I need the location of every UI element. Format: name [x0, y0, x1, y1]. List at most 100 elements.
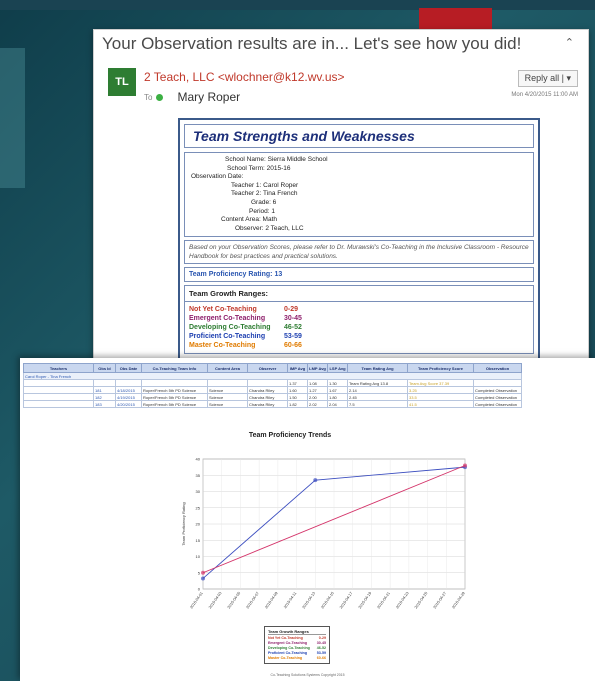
table-cell: Roper/French 5th PD Science	[141, 393, 208, 401]
x-tick-label: 2015-04-29	[451, 591, 465, 609]
recipient-row: To Mary Roper	[144, 90, 240, 104]
column-header[interactable]: Co-Teaching Team Info	[141, 363, 208, 373]
growth-range-row: Developing Co-Teaching 46-52	[189, 323, 529, 332]
table-cell[interactable]: 4/18/2015	[115, 386, 142, 394]
y-tick-label: 25	[196, 505, 201, 510]
range-label: Developing Co-Teaching	[189, 324, 271, 332]
x-tick-label: 2015-04-13	[302, 591, 316, 609]
range-value: 60-66	[284, 342, 302, 350]
table-cell: 1.60	[287, 386, 308, 394]
column-header[interactable]: Obs Id	[93, 363, 116, 373]
group-row: Carol Roper - Tina French	[23, 372, 522, 380]
table-cell	[207, 379, 248, 387]
recipient-name[interactable]: Mary Roper	[177, 90, 240, 104]
table-cell[interactable]	[93, 379, 116, 387]
table-cell: 2.45	[347, 393, 408, 401]
y-tick-label: 35	[196, 473, 201, 478]
column-header[interactable]: Team Proficiency Score	[407, 363, 474, 373]
info-line: School Term: 2015-16	[227, 164, 291, 172]
column-header[interactable]: Teachers	[23, 363, 94, 373]
table-cell: Chandra Riley	[247, 393, 288, 401]
proficiency-report-panel: Teachers Obs Id Obs Date Co-Teaching Team I…	[20, 358, 595, 681]
table-cell[interactable]: 4/20/2015	[115, 400, 142, 408]
table-cell	[141, 379, 208, 387]
column-header[interactable]: Observer	[247, 363, 288, 373]
y-tick-label: 0	[198, 587, 201, 592]
y-tick-label: 20	[196, 522, 201, 527]
range-value: 0-29	[284, 306, 299, 314]
column-header[interactable]: Content Area	[207, 363, 248, 373]
info-line: Content Area: Math	[221, 216, 278, 224]
observation-info: School Name: Sierra Middle School School …	[184, 152, 534, 238]
range-value: 46-52	[284, 324, 302, 332]
x-tick-label: 2015-04-01	[189, 591, 203, 609]
table-cell	[23, 393, 94, 401]
x-tick-label: 2015-04-19	[358, 591, 372, 609]
table-row: 183 4/20/2015 Roper/French 5th PD Science S…	[23, 400, 522, 408]
table-cell[interactable]: 181	[93, 386, 116, 394]
x-tick-label: 2015-04-21	[377, 591, 391, 609]
x-tick-label: 2015-04-07	[246, 591, 260, 609]
table-cell: Team Rating Avg 13.8	[347, 379, 408, 387]
table-cell: Science	[207, 400, 248, 408]
observations-table: Teachers Obs Id Obs Date Co-Teaching Team I…	[23, 363, 522, 408]
column-header[interactable]: LSP Avg	[327, 363, 348, 373]
y-tick-label: 5	[198, 570, 201, 575]
group-label[interactable]: Carol Roper - Tina French	[23, 372, 522, 380]
to-label: To	[144, 92, 153, 102]
copyright-text: Co-Teaching Solutions Systems Copyright …	[270, 673, 345, 677]
info-line: Grade: 6	[251, 198, 277, 206]
column-header[interactable]: Obs Date	[115, 363, 142, 373]
table-cell: 2.04	[327, 400, 348, 408]
table-cell: Completed Observation	[473, 386, 522, 394]
x-tick-label: 2015-04-15	[320, 591, 334, 609]
email-message-window: Your Observation results are in... Let's…	[93, 29, 589, 367]
table-cell: 2.02	[307, 400, 328, 408]
growth-range-row: Master Co-Teaching 60-66	[189, 341, 529, 350]
x-tick-label: 2015-04-03	[208, 591, 222, 609]
table-cell: 1.08	[307, 379, 328, 387]
info-line: Teacher 1: Carol Roper	[231, 181, 299, 189]
x-tick-label: 2015-04-27	[433, 591, 447, 609]
table-cell: Chandra Riley	[247, 386, 288, 394]
column-header[interactable]: Observation	[473, 363, 522, 373]
summary-row: 1.37 1.08 1.30 Team Rating Avg 13.8 Team Avg…	[23, 379, 522, 387]
column-header[interactable]: IMP Avg	[287, 363, 308, 373]
table-cell[interactable]: 183	[93, 400, 116, 408]
table-cell[interactable]	[115, 379, 142, 387]
y-tick-label: 40	[196, 457, 201, 462]
table-row: 181 4/18/2015 Roper/French 5th PD Science S…	[23, 386, 522, 394]
growth-range-row: Not Yet Co-Teaching 0-29	[189, 305, 529, 314]
table-cell: 41.5	[407, 400, 474, 408]
info-line: Observation Date:	[191, 173, 244, 181]
table-cell	[473, 379, 522, 387]
table-cell[interactable]: 4/19/2015	[115, 393, 142, 401]
x-tick-label: 2015-04-05	[227, 591, 241, 609]
table-cell: 1.80	[327, 393, 348, 401]
table-cell: 2.00	[307, 393, 328, 401]
table-cell: Completed Observation	[473, 400, 522, 408]
table-cell: 1.30	[327, 379, 348, 387]
column-header[interactable]: Team Rating Avg	[347, 363, 408, 373]
chevron-up-icon[interactable]: ⌃	[565, 36, 574, 49]
range-label: Master Co-Teaching	[189, 342, 256, 350]
legend-value: 60-66	[316, 656, 326, 660]
reply-all-button[interactable]: Reply all | ▾	[517, 70, 578, 87]
data-point	[463, 463, 467, 468]
chart-title: Team Proficiency Trends	[248, 432, 332, 439]
column-header[interactable]: LMP Avg	[307, 363, 328, 373]
table-cell: Chandra Riley	[247, 400, 288, 408]
info-line: Observer: 2 Teach, LLC	[235, 224, 304, 232]
y-axis-label: Team Proficiency Rating	[181, 502, 186, 545]
team-proficiency-rating: Team Proficiency Rating: 13	[184, 267, 534, 283]
table-cell[interactable]: 182	[93, 393, 116, 401]
range-value: 53-59	[284, 333, 302, 341]
table-cell: 7.5	[347, 400, 408, 408]
sender-avatar: TL	[108, 68, 136, 96]
table-cell: 1.50	[287, 393, 308, 401]
range-value: 30-45	[284, 315, 302, 323]
x-tick-label: 2015-04-11	[283, 591, 297, 609]
table-cell: 33.5	[407, 393, 474, 401]
table-cell	[23, 400, 94, 408]
sender-address[interactable]: 2 Teach, LLC <wlochner@k12.wv.us>	[144, 70, 345, 84]
